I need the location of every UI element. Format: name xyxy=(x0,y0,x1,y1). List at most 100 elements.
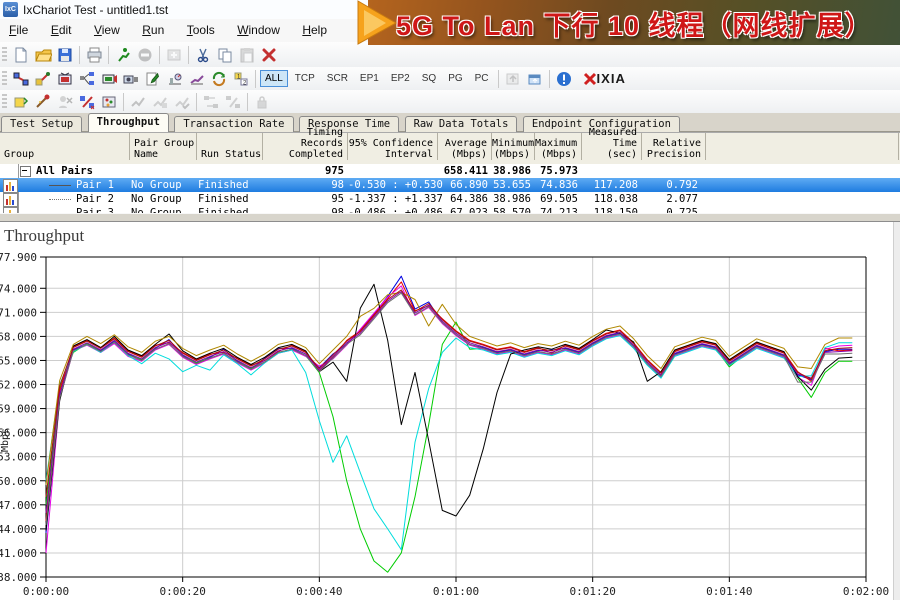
add-pair-icon[interactable] xyxy=(10,69,32,89)
info-icon[interactable] xyxy=(553,69,575,89)
toolbar-grip[interactable] xyxy=(2,94,7,110)
filter-ep2-button[interactable]: EP2 xyxy=(386,70,415,87)
maximum: 69.505 xyxy=(535,193,578,205)
col-filler xyxy=(706,133,899,160)
records: 98 xyxy=(263,179,344,191)
filter-tcp-button[interactable]: TCP xyxy=(290,70,320,87)
promo-banner: 5G To Lan 下行 10 线程（网线扩展） xyxy=(368,0,900,45)
svg-text:65.000: 65.000 xyxy=(0,354,37,367)
filter-all-button[interactable]: ALL xyxy=(260,70,288,87)
col-average[interactable]: Average (Mbps) xyxy=(438,133,492,160)
window-title: IxChariot Test - untitled1.tst xyxy=(23,3,168,17)
pair-chart-icon xyxy=(3,179,18,193)
view-pair-icon[interactable] xyxy=(54,69,76,89)
menu-file[interactable]: File xyxy=(0,19,37,42)
menu-run[interactable]: Run xyxy=(133,19,173,42)
svg-text:0:02:00: 0:02:00 xyxy=(843,585,889,598)
col-relative-precision[interactable]: Relative Precision xyxy=(642,133,706,160)
menu-help[interactable]: Help xyxy=(293,19,336,42)
open-test-icon[interactable] xyxy=(32,45,54,65)
col-pair-group-name[interactable]: Pair Group Name xyxy=(130,133,197,160)
menu-tools[interactable]: Tools xyxy=(178,19,224,42)
pane-splitter[interactable] xyxy=(0,213,900,222)
all-pairs-maximum: 75.973 xyxy=(535,165,578,177)
wizard-icon[interactable] xyxy=(32,92,54,112)
cut-icon[interactable] xyxy=(192,45,214,65)
multicast-group-icon[interactable] xyxy=(76,69,98,89)
all-pairs-row[interactable]: All Pairs 975 658.411 38.986 75.973 xyxy=(0,164,900,178)
run-status: Finished xyxy=(198,193,249,205)
run-test-icon[interactable] xyxy=(112,45,134,65)
svg-text:62.000: 62.000 xyxy=(0,379,37,392)
new-test-icon[interactable] xyxy=(10,45,32,65)
svg-text:0:00:20: 0:00:20 xyxy=(159,585,205,598)
hardware-performance-icon[interactable] xyxy=(164,69,186,89)
connect-check-icon[interactable] xyxy=(171,92,193,112)
precision: 0.792 xyxy=(642,179,698,191)
all-pairs-label: All Pairs xyxy=(36,165,93,177)
col-group[interactable]: Group xyxy=(0,133,130,160)
minimum: 38.986 xyxy=(492,193,531,205)
replicate-pair-icon[interactable] xyxy=(208,69,230,89)
filter-sq-button[interactable]: SQ xyxy=(417,70,441,87)
col-timing-records[interactable]: Timing Records Completed xyxy=(263,133,348,160)
swap-endpoints-icon[interactable] xyxy=(200,92,222,112)
export-icon[interactable] xyxy=(502,69,524,89)
col-maximum[interactable]: Maximum (Mbps) xyxy=(535,133,582,160)
col-minimum[interactable]: Minimum (Mbps) xyxy=(492,133,535,160)
edit-script-icon[interactable] xyxy=(142,69,164,89)
maximum: 74.836 xyxy=(535,179,578,191)
video-pair-icon[interactable] xyxy=(98,69,120,89)
window-restore-icon[interactable] xyxy=(524,69,546,89)
save-test-icon[interactable] xyxy=(54,45,76,65)
pair-row-1[interactable]: Pair 1 No Group Finished 98 -0.530 : +0.… xyxy=(0,178,900,192)
filter-pc-button[interactable]: PC xyxy=(470,70,494,87)
pair-row-3-clipped[interactable]: Pair 3 No Group Finished 98 -0.486 : +0.… xyxy=(0,206,900,213)
confidence: -0.530 : +0.530 xyxy=(348,179,434,191)
col-run-status[interactable]: Run Status xyxy=(197,133,263,160)
renumber-pairs-icon[interactable]: 12 xyxy=(230,69,252,89)
tab-test-setup[interactable]: Test Setup xyxy=(1,116,82,133)
svg-text:41.000: 41.000 xyxy=(0,547,37,560)
print-icon[interactable] xyxy=(83,45,105,65)
ixia-chassis-icon[interactable] xyxy=(98,92,120,112)
voip-pair-icon[interactable] xyxy=(120,69,142,89)
edit-pair-icon[interactable] xyxy=(32,69,54,89)
break-pair-icon[interactable] xyxy=(222,92,244,112)
filter-pg-button[interactable]: PG xyxy=(443,70,467,87)
tab-throughput[interactable]: Throughput xyxy=(88,113,169,133)
toolbar-grip[interactable] xyxy=(2,71,7,87)
svg-text:74.000: 74.000 xyxy=(0,282,37,295)
menu-edit[interactable]: Edit xyxy=(42,19,81,42)
collapse-icon[interactable] xyxy=(20,166,31,177)
delete-icon[interactable] xyxy=(258,45,280,65)
col-measured-time[interactable]: Measured Time (sec) xyxy=(582,133,642,160)
col-confidence[interactable]: 95% Confidence Interval xyxy=(348,133,438,160)
stop-test-icon[interactable] xyxy=(134,45,156,65)
svg-text:77.900: 77.900 xyxy=(0,251,37,264)
measured-time: 118.038 xyxy=(582,193,638,205)
pair-row-2[interactable]: Pair 2 No Group Finished 95 -1.337 : +1.… xyxy=(0,192,900,206)
menu-window[interactable]: Window xyxy=(228,19,289,42)
tab-raw-data-totals[interactable]: Raw Data Totals xyxy=(405,116,518,133)
chart-scrollbar[interactable] xyxy=(893,222,900,600)
new-endpoint-list-icon[interactable] xyxy=(10,92,32,112)
filter-ep1-button[interactable]: EP1 xyxy=(355,70,384,87)
unlink-endpoints-icon[interactable] xyxy=(76,92,98,112)
results-table-body: All Pairs 975 658.411 38.986 75.973 Pair… xyxy=(0,164,900,213)
refresh-icon[interactable] xyxy=(163,45,185,65)
copy-icon[interactable] xyxy=(214,45,236,65)
connect-pairs-icon[interactable] xyxy=(127,92,149,112)
pair-group: No Group xyxy=(131,193,182,205)
tree-branch xyxy=(49,185,71,187)
connect-selected-icon[interactable] xyxy=(149,92,171,112)
paste-icon[interactable] xyxy=(236,45,258,65)
delete-endpoint-icon[interactable] xyxy=(54,92,76,112)
view-tabs: Test Setup Throughput Transaction Rate R… xyxy=(0,113,900,132)
lock-icon[interactable] xyxy=(251,92,273,112)
menu-view[interactable]: View xyxy=(85,19,129,42)
toolbar-grip[interactable] xyxy=(2,47,7,63)
filter-scr-button[interactable]: SCR xyxy=(322,70,353,87)
traffic-profile-icon[interactable] xyxy=(186,69,208,89)
svg-text:0:01:20: 0:01:20 xyxy=(569,585,615,598)
